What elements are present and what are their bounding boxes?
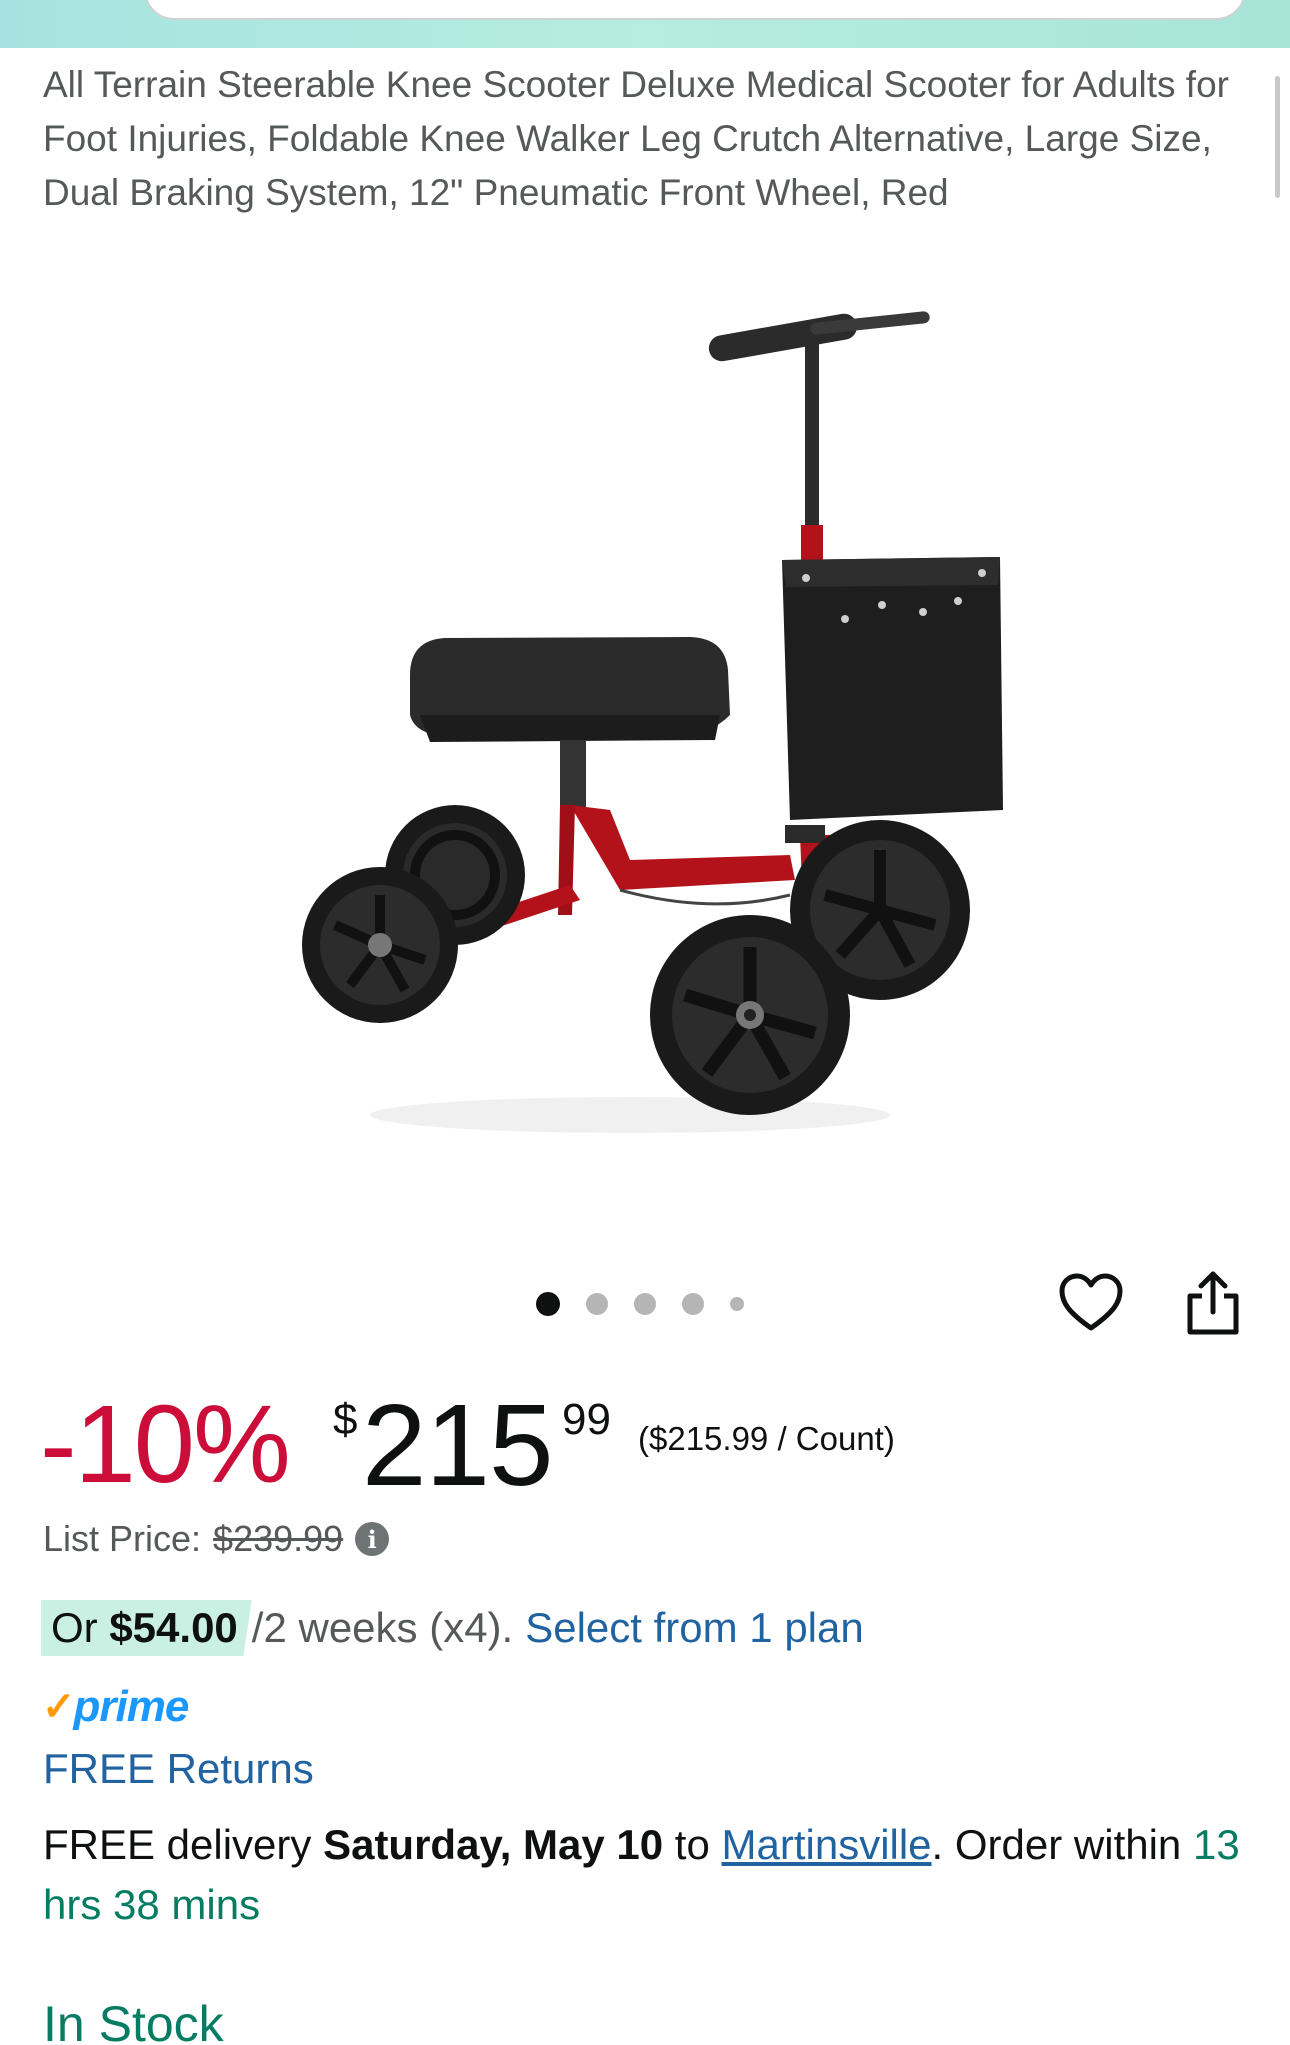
discount-percentage: -10% [40, 1383, 291, 1506]
price-whole: 215 [362, 1380, 554, 1510]
top-header [0, 0, 1290, 48]
knee-scooter-image[interactable] [270, 295, 1020, 1195]
heart-icon[interactable] [1058, 1272, 1124, 1334]
installment-amount: $54.00 [109, 1604, 238, 1651]
delivery-prefix: FREE delivery [43, 1821, 324, 1868]
delivery-to: to [663, 1821, 722, 1868]
list-price-value: $239.99 [213, 1518, 344, 1559]
carousel-dot[interactable] [730, 1297, 744, 1311]
prime-check-icon: ✓ [42, 1685, 76, 1729]
delivery-date: Saturday, May 10 [323, 1821, 664, 1868]
product-title: All Terrain Steerable Knee Scooter Delux… [43, 64, 1229, 213]
carousel-dot[interactable] [536, 1292, 560, 1316]
unit-price: ($215.99 / Count) [638, 1420, 895, 1457]
prime-logo: prime [73, 1682, 190, 1731]
image-carousel-dots[interactable] [536, 1292, 744, 1316]
free-returns-link[interactable]: FREE Returns [43, 1745, 314, 1793]
share-icon[interactable] [1180, 1268, 1246, 1338]
installment-terms: /2 weeks (x4). [251, 1604, 514, 1651]
scrollbar-thumb[interactable] [1275, 76, 1280, 198]
list-price-label: List Price: [43, 1518, 202, 1559]
installment-amount-badge: Or $54.00 [41, 1600, 252, 1656]
delivery-info: FREE delivery Saturday, May 10 to Martin… [43, 1815, 1243, 1935]
search-bar[interactable] [144, 0, 1246, 20]
installment-offer: Or $54.00 /2 weeks (x4). Select from 1 p… [41, 1600, 864, 1656]
installment-prefix: Or [51, 1604, 110, 1651]
price-currency-symbol: $ [333, 1395, 358, 1444]
price-fraction: 99 [562, 1395, 611, 1444]
carousel-dot[interactable] [634, 1293, 656, 1315]
delivery-order-within: . Order within [931, 1821, 1193, 1868]
carousel-dot[interactable] [682, 1293, 704, 1315]
stock-status: In Stock [43, 1996, 224, 2045]
carousel-dot[interactable] [586, 1293, 608, 1315]
info-icon[interactable]: i [355, 1522, 390, 1556]
list-price: List Price: $239.99 i [43, 1518, 390, 1560]
prime-badge[interactable]: ✓ prime [42, 1682, 190, 1732]
delivery-location-link[interactable]: Martinsville [722, 1821, 932, 1868]
select-plan-link[interactable]: Select from 1 plan [525, 1600, 864, 1656]
